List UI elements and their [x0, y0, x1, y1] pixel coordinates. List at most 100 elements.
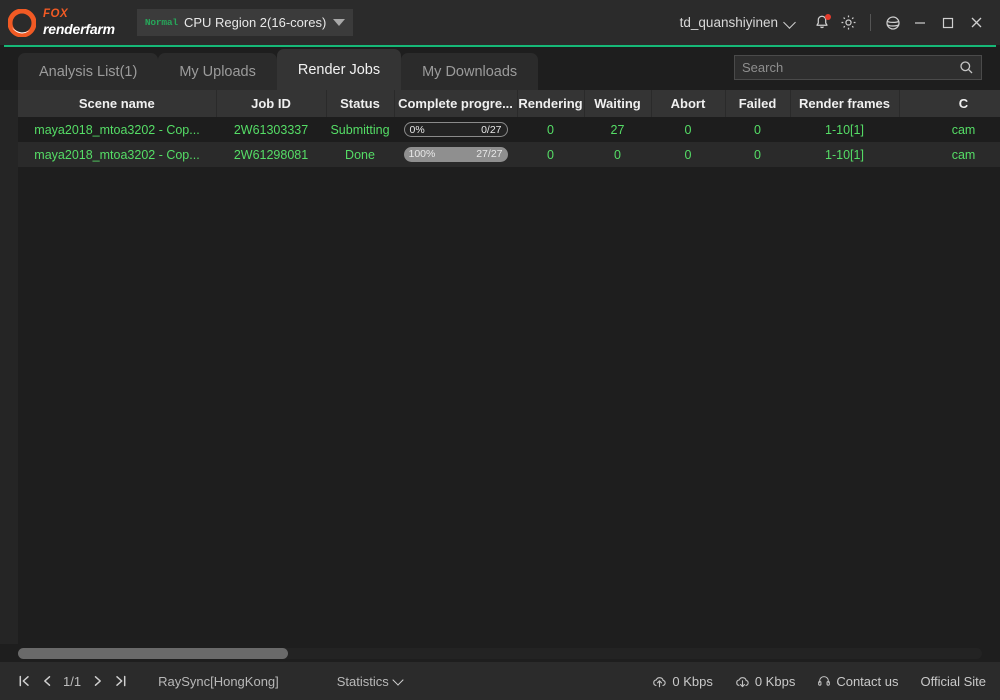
- logo-brand-top: FOX: [43, 8, 69, 21]
- table-header-row: Scene name Job ID Status Complete progre…: [18, 90, 1000, 117]
- headset-icon: [818, 676, 831, 686]
- col-waiting[interactable]: Waiting: [584, 90, 652, 117]
- title-bar: FOX renderfarm Normal CPU Region 2(16-co…: [0, 0, 1000, 45]
- col-scene-name[interactable]: Scene name: [18, 90, 217, 117]
- go-last-icon: [115, 675, 126, 687]
- col-complete-progress[interactable]: Complete progre...: [394, 90, 518, 117]
- upload-speed-label: 0 Kbps: [672, 673, 713, 689]
- contact-us-label: Contact us: [836, 673, 899, 689]
- cell-job-id: 2W61303337: [216, 117, 326, 142]
- cloud-upload-icon: [653, 676, 667, 687]
- status-bar: 1/1 RaySync[HongKong] Statistics 0 Kbps …: [0, 662, 1000, 700]
- raysync-label[interactable]: RaySync[HongKong]: [158, 674, 279, 689]
- cell-rendering: 0: [517, 142, 584, 167]
- cell-job-id: 2W61298081: [216, 142, 326, 167]
- tab-analysis-list[interactable]: Analysis List(1): [18, 53, 159, 90]
- cell-render-frames: 1-10[1]: [790, 117, 899, 142]
- gear-icon: [841, 15, 855, 30]
- col-failed[interactable]: Failed: [725, 90, 791, 117]
- official-site-link[interactable]: Official Site: [920, 674, 986, 689]
- chevron-down-icon: [394, 676, 404, 686]
- logo-brand-bottom: renderfarm: [43, 20, 115, 37]
- cell-progress: 100% 27/27: [394, 142, 517, 167]
- jobs-grid: Scene name Job ID Status Complete progre…: [18, 90, 1000, 644]
- tab-my-uploads[interactable]: My Uploads: [158, 53, 277, 90]
- minimize-button[interactable]: [906, 8, 934, 38]
- progress-fraction: 0/27: [481, 124, 502, 136]
- scrollbar-thumb[interactable]: [18, 647, 288, 659]
- statistics-menu[interactable]: Statistics: [337, 674, 404, 689]
- fox-logo-icon: [8, 8, 36, 37]
- statistics-label: Statistics: [336, 673, 389, 689]
- scrollbar-track[interactable]: [18, 647, 982, 659]
- cell-failed: 0: [725, 117, 790, 142]
- left-gutter: [0, 90, 18, 644]
- cell-status: Submitting: [326, 117, 394, 142]
- progress-bar: 0% 0/27: [403, 122, 508, 137]
- col-job-id[interactable]: Job ID: [216, 90, 327, 117]
- region-selector[interactable]: Normal CPU Region 2(16-cores): [136, 9, 353, 36]
- status-bar-right: 0 Kbps 0 Kbps Contact us Official Site: [652, 662, 986, 700]
- contact-us-link[interactable]: Contact us: [817, 674, 898, 689]
- col-camera[interactable]: C: [899, 90, 1000, 117]
- horizontal-scrollbar[interactable]: [0, 644, 1000, 662]
- cell-abort: 0: [651, 142, 725, 167]
- tab-my-downloads[interactable]: My Downloads: [401, 53, 539, 90]
- download-speed: 0 Kbps: [735, 674, 795, 689]
- col-render-frames[interactable]: Render frames: [790, 90, 900, 117]
- cell-camera: cam: [899, 142, 1000, 167]
- cell-waiting: 0: [584, 142, 651, 167]
- go-first-icon: [19, 675, 29, 687]
- globe-icon: [886, 15, 900, 30]
- progress-bar: 100% 27/27: [403, 147, 508, 162]
- jobs-table-area: Scene name Job ID Status Complete progre…: [0, 90, 1000, 644]
- cell-render-frames: 1-10[1]: [790, 142, 899, 167]
- settings-button[interactable]: [835, 10, 861, 36]
- region-label: CPU Region 2(16-cores): [183, 15, 327, 30]
- cell-camera: cam: [899, 117, 1000, 142]
- go-next-button[interactable]: [88, 670, 107, 692]
- triangle-down-icon: [332, 19, 345, 26]
- app-window: FOX renderfarm Normal CPU Region 2(16-co…: [0, 0, 1000, 700]
- go-next-icon: [94, 676, 101, 686]
- upload-speed: 0 Kbps: [652, 673, 713, 689]
- cell-abort: 0: [651, 117, 725, 142]
- go-prev-button[interactable]: [37, 670, 56, 692]
- search-box[interactable]: [734, 55, 982, 80]
- table-row[interactable]: maya2018_mtoa3202 - Cop... 2W61298081 Do…: [18, 142, 1000, 167]
- progress-percent: 0%: [409, 124, 425, 136]
- cloud-download-icon: [736, 676, 749, 687]
- go-first-button[interactable]: [14, 670, 33, 692]
- language-button[interactable]: [880, 10, 906, 36]
- cell-waiting: 27: [584, 117, 651, 142]
- progress-percent: 100%: [408, 148, 436, 160]
- search-icon[interactable]: [959, 60, 974, 75]
- titlebar-right-controls: td_quanshiyinen: [680, 0, 990, 45]
- col-status[interactable]: Status: [326, 90, 395, 117]
- pagination: 1/1: [14, 670, 130, 692]
- search-input[interactable]: [742, 60, 959, 75]
- table-row[interactable]: maya2018_mtoa3202 - Cop... 2W61303337 Su…: [18, 117, 1000, 142]
- col-rendering[interactable]: Rendering: [517, 90, 585, 117]
- go-prev-icon: [43, 676, 50, 686]
- render-jobs-table: Scene name Job ID Status Complete progre…: [18, 90, 1000, 167]
- close-icon: [971, 17, 981, 28]
- user-name: td_quanshiyinen: [679, 15, 778, 30]
- go-last-button[interactable]: [111, 670, 130, 692]
- close-button[interactable]: [962, 8, 990, 38]
- tab-render-jobs[interactable]: Render Jobs: [276, 49, 402, 90]
- cell-status: Done: [326, 142, 394, 167]
- cell-failed: 0: [725, 142, 790, 167]
- cell-scene-name: maya2018_mtoa3202 - Cop...: [18, 142, 216, 167]
- col-abort[interactable]: Abort: [651, 90, 726, 117]
- minimize-icon: [915, 21, 925, 24]
- maximize-button[interactable]: [934, 8, 962, 38]
- titlebar-separator: [870, 14, 871, 31]
- tab-bar: Analysis List(1) My Uploads Render Jobs …: [0, 47, 1000, 90]
- chevron-down-icon[interactable]: [784, 17, 796, 29]
- notifications-button[interactable]: [809, 10, 835, 36]
- region-badge: Normal: [144, 17, 178, 28]
- notification-badge: [825, 13, 831, 20]
- page-label: 1/1: [63, 673, 82, 689]
- progress-fraction: 27/27: [476, 148, 503, 160]
